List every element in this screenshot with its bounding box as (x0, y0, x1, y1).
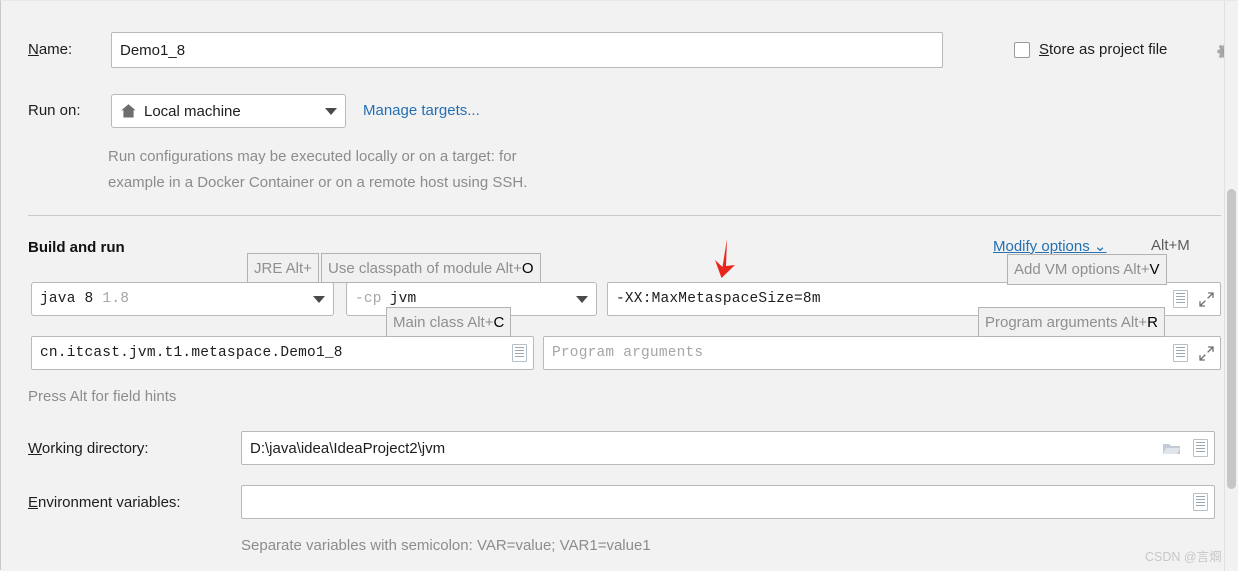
expand-icon[interactable] (1199, 291, 1214, 307)
program-arguments-field-hint: Program arguments Alt+ R (978, 307, 1166, 337)
add-vm-options-hint-key: V (1149, 261, 1160, 278)
working-directory-value: D:\java\idea\IdeaProject2\jvm (250, 439, 446, 457)
macro-icon[interactable] (1193, 493, 1208, 511)
store-as-project-file-checkbox[interactable] (1014, 42, 1030, 58)
scrollbar-thumb[interactable] (1227, 189, 1236, 489)
section-divider (28, 215, 1221, 216)
environment-variables-label-rest: nvironment variables: (38, 494, 181, 511)
environment-variables-mnemonic: E (28, 494, 39, 511)
modify-options-link[interactable]: Modify options ⌄ (993, 237, 1106, 255)
annotation-arrow (701, 237, 751, 291)
use-classpath-hint-text: Use classpath of module Alt+ (328, 259, 522, 277)
macro-icon[interactable] (1193, 439, 1208, 457)
manage-targets-link[interactable]: Manage targets... (363, 102, 480, 119)
classpath-prefix: -cp (355, 291, 382, 307)
jre-version: 1.8 (102, 291, 130, 307)
environment-variables-label: Environment variables: (28, 494, 181, 511)
name-label-mnemonic: N (28, 41, 39, 58)
program-arguments-hint-text: Program arguments Alt+ (985, 313, 1148, 331)
use-classpath-field-hint: Use classpath of module Alt+ O (321, 253, 541, 283)
main-class-value: cn.itcast.jvm.t1.metaspace.Demo1_8 (40, 345, 343, 361)
macro-icon[interactable] (1173, 290, 1188, 308)
environment-variables-hint: Separate variables with semicolon: VAR=v… (241, 537, 651, 554)
working-directory-input[interactable]: D:\java\idea\IdeaProject2\jvm (241, 431, 1215, 465)
program-arguments-hint-key: R (1147, 313, 1159, 331)
chevron-down-icon: ⌄ (1093, 238, 1107, 255)
vm-options-value: -XX:MaxMetaspaceSize=8m (616, 291, 821, 307)
chevron-down-icon (313, 295, 325, 303)
run-on-label: Run on: (28, 102, 81, 119)
name-label: Name: (28, 41, 72, 58)
macro-icon[interactable] (512, 344, 527, 362)
alt-field-hint-text: Press Alt for field hints (28, 388, 177, 405)
build-and-run-title: Build and run (28, 239, 125, 256)
jre-combo[interactable]: java 8 1.8 (31, 282, 334, 316)
run-configuration-panel: Name: Demo1_8 Store as project file Run … (0, 0, 1238, 571)
watermark: CSDN @言烱 (1145, 550, 1222, 564)
macro-icon[interactable] (1173, 344, 1188, 362)
classpath-module-value: jvm (389, 291, 417, 307)
use-classpath-hint-key: O (521, 259, 534, 277)
main-class-field-hint: Main class Alt+ C (386, 307, 512, 337)
working-directory-mnemonic: W (28, 440, 42, 457)
vertical-scrollbar[interactable] (1224, 1, 1238, 571)
program-arguments-placeholder: Program arguments (552, 345, 704, 361)
run-on-combo[interactable]: Local machine (111, 94, 346, 128)
jre-field-hint-text: JRE Alt+ (254, 259, 312, 277)
store-label-mnemonic: S (1039, 41, 1050, 58)
modify-options-label: Modify options (993, 238, 1090, 255)
name-input[interactable]: Demo1_8 (111, 32, 943, 68)
working-directory-label-rest: orking directory: (41, 440, 149, 457)
name-label-rest: ame: (38, 41, 73, 58)
run-on-description-line2: example in a Docker Container or on a re… (108, 174, 528, 191)
add-vm-options-field-hint: Add VM options Alt+ V (1007, 254, 1167, 285)
run-on-description-line1: Run configurations may be executed local… (108, 148, 517, 165)
main-class-hint-text: Main class Alt+ (393, 313, 494, 331)
home-icon (120, 103, 137, 119)
jre-value: java 8 (40, 291, 94, 307)
add-vm-options-hint-text: Add VM options Alt+ (1014, 261, 1150, 278)
expand-icon[interactable] (1199, 345, 1214, 361)
store-as-project-file-label[interactable]: Store as project file (1039, 41, 1167, 58)
jre-field-hint: JRE Alt+ (247, 253, 319, 283)
main-class-input[interactable]: cn.itcast.jvm.t1.metaspace.Demo1_8 (31, 336, 534, 370)
folder-icon[interactable] (1162, 441, 1181, 456)
chevron-down-icon (576, 295, 588, 303)
modify-options-shortcut: Alt+M (1151, 237, 1190, 254)
program-arguments-input[interactable]: Program arguments (543, 336, 1221, 370)
store-label-rest: tore as project file (1049, 41, 1168, 58)
environment-variables-input[interactable] (241, 485, 1215, 519)
run-on-value: Local machine (144, 102, 241, 120)
working-directory-label: Working directory: (28, 440, 149, 457)
name-input-value: Demo1_8 (120, 41, 186, 59)
main-class-hint-key: C (493, 313, 505, 331)
chevron-down-icon (325, 107, 337, 115)
